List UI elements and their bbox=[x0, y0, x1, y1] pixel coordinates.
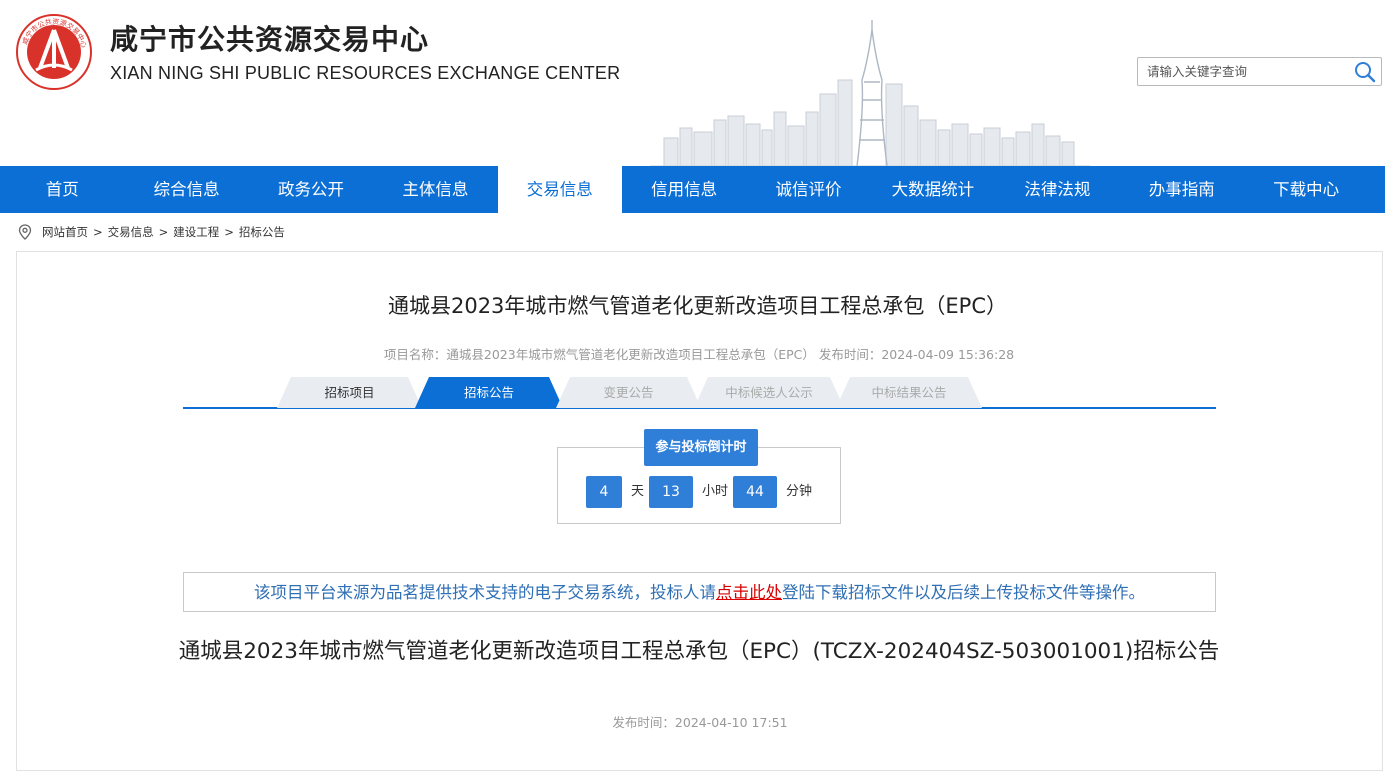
main-nav: 首页 综合信息 政务公开 主体信息 交易信息 信用信息 诚信评价 大数据统计 法… bbox=[0, 166, 1385, 213]
article-title: 通城县2023年城市燃气管道老化更新改造项目工程总承包（EPC）(TCZX-20… bbox=[178, 639, 1220, 664]
nav-item-general-info[interactable]: 综合信息 bbox=[124, 166, 248, 213]
nav-item-downloads[interactable]: 下载中心 bbox=[1244, 166, 1368, 213]
tab-result-notice[interactable]: 中标结果公告 bbox=[836, 377, 982, 408]
notice-text-before: 该项目平台来源为品茗提供技术支持的电子交易系统，投标人请 bbox=[254, 583, 716, 602]
project-meta: 项目名称：通城县2023年城市燃气管道老化更新改造项目工程总承包（EPC） 发布… bbox=[383, 347, 1015, 362]
tab-candidate-notice[interactable]: 中标候选人公示 bbox=[694, 377, 844, 408]
city-skyline-illustration bbox=[650, 20, 1090, 166]
breadcrumb-bid-notice[interactable]: 招标公告 bbox=[239, 224, 285, 240]
notice-click-here-link[interactable]: 点击此处 bbox=[716, 583, 782, 602]
emblem-logo[interactable]: 咸宁市公共资源交易中心 bbox=[16, 14, 92, 90]
project-tabs: 招标项目 招标公告 变更公告 中标候选人公示 中标结果公告 bbox=[183, 376, 1216, 409]
breadcrumb-separator: > bbox=[224, 225, 234, 239]
countdown-hours-unit: 小时 bbox=[702, 484, 729, 499]
location-pin-icon bbox=[18, 224, 32, 240]
nav-item-entity-info[interactable]: 主体信息 bbox=[373, 166, 497, 213]
nav-item-credit-info[interactable]: 信用信息 bbox=[622, 166, 746, 213]
countdown-hours: 13 bbox=[649, 476, 693, 508]
site-header: 咸宁市公共资源交易中心 咸宁市公共资源交易中心 XIAN NING SHI PU… bbox=[0, 0, 1385, 166]
article-date: 发布时间：2024-04-10 17:51 bbox=[612, 715, 788, 730]
breadcrumb-trading-info[interactable]: 交易信息 bbox=[108, 224, 154, 240]
nav-item-guide[interactable]: 办事指南 bbox=[1120, 166, 1244, 213]
notice-text-after: 登陆下载招标文件以及后续上传投标文件等操作。 bbox=[782, 583, 1145, 602]
search-icon[interactable] bbox=[1353, 60, 1377, 84]
nav-item-trading-info[interactable]: 交易信息 bbox=[497, 166, 622, 213]
nav-item-home[interactable]: 首页 bbox=[0, 166, 124, 213]
nav-item-government-affairs[interactable]: 政务公开 bbox=[249, 166, 373, 213]
site-subtitle: XIAN NING SHI PUBLIC RESOURCES EXCHANGE … bbox=[110, 63, 621, 83]
nav-item-integrity-rating[interactable]: 诚信评价 bbox=[746, 166, 870, 213]
tab-bid-notice[interactable]: 招标公告 bbox=[415, 377, 563, 408]
search-input[interactable] bbox=[1138, 58, 1352, 85]
breadcrumb-home[interactable]: 网站首页 bbox=[42, 224, 88, 240]
breadcrumb-separator: > bbox=[93, 225, 103, 239]
nav-item-laws[interactable]: 法律法规 bbox=[995, 166, 1119, 213]
nav-item-big-data[interactable]: 大数据统计 bbox=[871, 166, 995, 213]
countdown-minutes: 44 bbox=[733, 476, 777, 508]
platform-notice: 该项目平台来源为品茗提供技术支持的电子交易系统，投标人请点击此处登陆下载招标文件… bbox=[183, 572, 1216, 612]
breadcrumb-construction[interactable]: 建设工程 bbox=[173, 224, 219, 240]
breadcrumb: 网站首页 > 交易信息 > 建设工程 > 招标公告 bbox=[18, 223, 285, 241]
tab-bid-project[interactable]: 招标项目 bbox=[277, 377, 422, 408]
project-title: 通城县2023年城市燃气管道老化更新改造项目工程总承包（EPC） bbox=[387, 294, 1008, 318]
breadcrumb-separator: > bbox=[158, 225, 169, 239]
countdown-minutes-unit: 分钟 bbox=[786, 484, 813, 499]
countdown-days: 4 bbox=[586, 476, 622, 508]
search-box bbox=[1137, 57, 1382, 86]
site-title: 咸宁市公共资源交易中心 bbox=[110, 23, 430, 56]
tab-change-notice[interactable]: 变更公告 bbox=[556, 377, 701, 408]
countdown-days-unit: 天 bbox=[631, 484, 645, 499]
countdown-label: 参与投标倒计时 bbox=[644, 429, 758, 466]
